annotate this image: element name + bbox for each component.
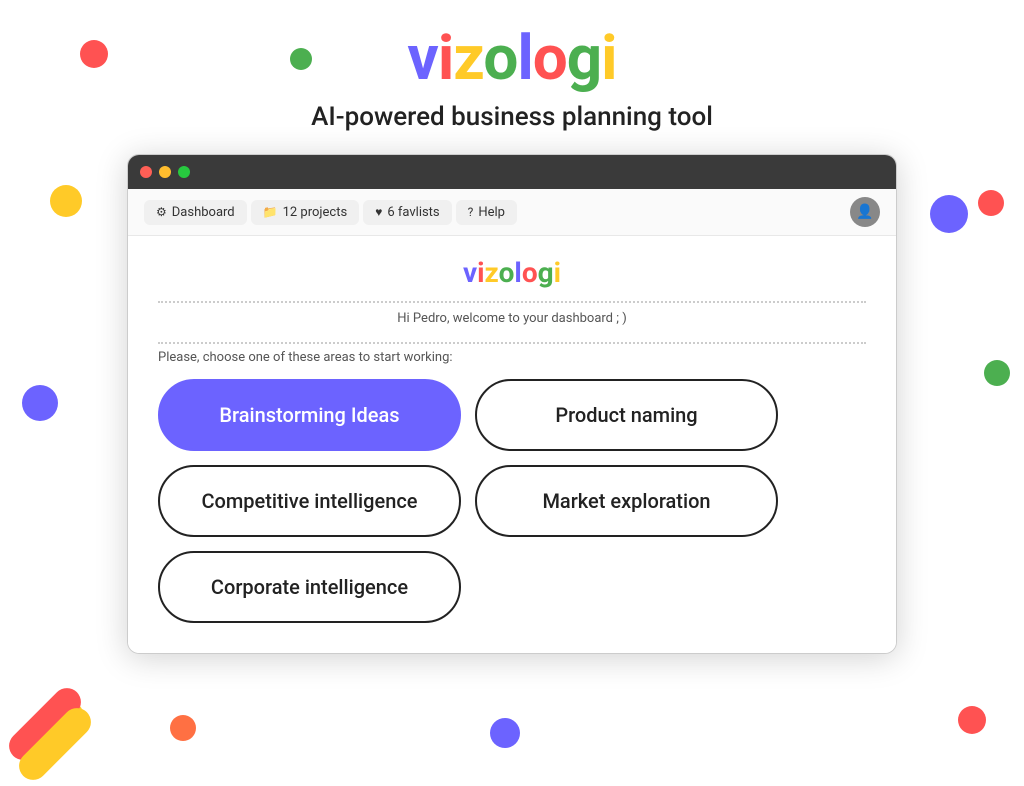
deco-dot-7: [984, 360, 1010, 386]
welcome-text: Hi Pedro, welcome to your dashboard ; ): [158, 311, 866, 326]
favlists-icon: ♥: [375, 205, 382, 219]
inner-logo-text: vizologi: [463, 256, 561, 289]
help-icon: ?: [468, 205, 474, 219]
nav-help[interactable]: ? Help: [456, 200, 517, 225]
dashboard-icon: ⚙: [156, 205, 167, 219]
nav-dashboard[interactable]: ⚙ Dashboard: [144, 200, 247, 225]
dotted-line-1: [158, 301, 866, 303]
deco-dot-6: [22, 385, 58, 421]
titlebar-close[interactable]: [140, 166, 152, 178]
nav-items: ⚙ Dashboard 📁 12 projects ♥ 6 favlists ?…: [144, 200, 850, 225]
deco-dot-10: [490, 718, 520, 748]
inner-content: vizologi Hi Pedro, welcome to your dashb…: [128, 236, 896, 653]
titlebar-minimize[interactable]: [159, 166, 171, 178]
browser-window: ⚙ Dashboard 📁 12 projects ♥ 6 favlists ?…: [127, 154, 897, 654]
deco-dot-9: [170, 715, 196, 741]
nav-bar: ⚙ Dashboard 📁 12 projects ♥ 6 favlists ?…: [128, 189, 896, 236]
area-competitive-label: Competitive intelligence: [201, 489, 417, 513]
deco-dot-3: [50, 185, 82, 217]
area-market-label: Market exploration: [542, 489, 710, 513]
area-brainstorming-label: Brainstorming Ideas: [219, 403, 399, 427]
user-avatar[interactable]: 👤: [850, 197, 880, 227]
titlebar-maximize[interactable]: [178, 166, 190, 178]
browser-content: ⚙ Dashboard 📁 12 projects ♥ 6 favlists ?…: [128, 189, 896, 653]
area-product-naming[interactable]: Product naming: [475, 379, 778, 451]
inner-logo: vizologi: [158, 256, 866, 289]
nav-projects-label: 12 projects: [283, 205, 348, 220]
deco-dot-5: [978, 190, 1004, 216]
main-logo: vizologi: [407, 28, 616, 90]
area-competitive[interactable]: Competitive intelligence: [158, 465, 461, 537]
page-top: vizologi AI-powered business planning to…: [0, 0, 1024, 154]
deco-dot-4: [930, 195, 968, 233]
area-market[interactable]: Market exploration: [475, 465, 778, 537]
tagline: AI-powered business planning tool: [311, 102, 713, 132]
area-corporate-label: Corporate intelligence: [211, 575, 408, 599]
dotted-line-2: [158, 342, 866, 344]
choose-text: Please, choose one of these areas to sta…: [158, 350, 866, 365]
nav-favlists-label: 6 favlists: [387, 205, 439, 220]
area-corporate[interactable]: Corporate intelligence: [158, 551, 461, 623]
areas-grid: Brainstorming Ideas Product naming Compe…: [158, 379, 778, 623]
deco-dot-11: [958, 706, 986, 734]
nav-help-label: Help: [478, 205, 505, 220]
browser-titlebar: [128, 155, 896, 189]
area-brainstorming[interactable]: Brainstorming Ideas: [158, 379, 461, 451]
projects-icon: 📁: [263, 205, 278, 219]
area-product-naming-label: Product naming: [555, 403, 697, 427]
nav-dashboard-label: Dashboard: [172, 205, 235, 220]
nav-favlists[interactable]: ♥ 6 favlists: [363, 200, 451, 225]
nav-projects[interactable]: 📁 12 projects: [251, 200, 360, 225]
